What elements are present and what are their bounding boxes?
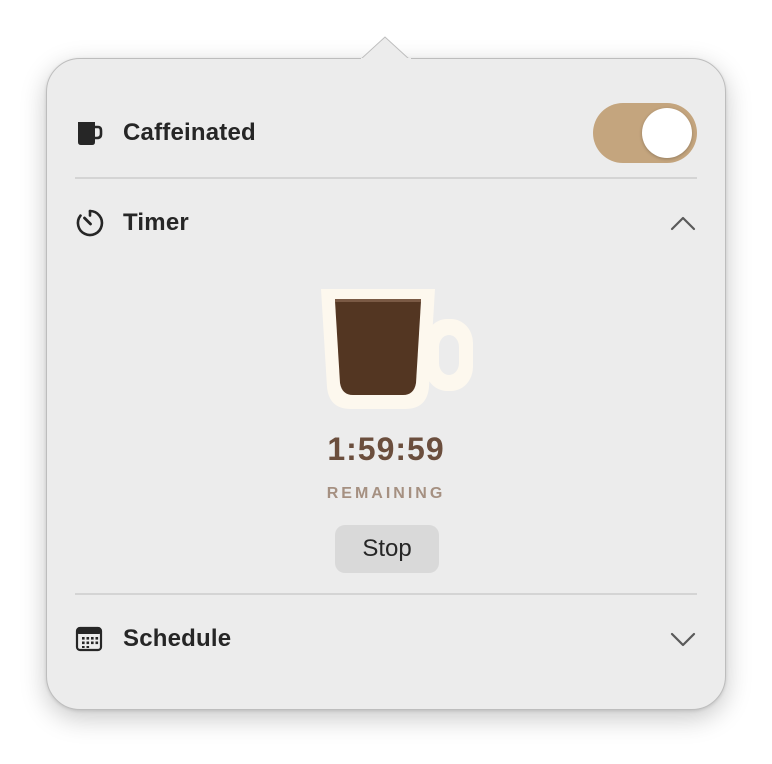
remaining-label: REMAINING [326, 485, 446, 502]
time-remaining: 1:59:59 [327, 431, 445, 467]
caffeinated-row: Caffeinated [75, 103, 697, 163]
timer-label: Timer [123, 209, 189, 236]
caffeine-popover: Caffeinated Timer 1:59:59 REMAINING Stop… [46, 58, 726, 710]
chevron-down-icon[interactable] [669, 625, 697, 653]
coffee-mug-icon [75, 118, 105, 148]
coffee-mug-illustration [319, 287, 483, 420]
timer-row[interactable]: Timer [75, 195, 697, 251]
caffeinated-label: Caffeinated [123, 119, 256, 146]
schedule-row[interactable]: Schedule [75, 611, 697, 667]
calendar-icon [75, 624, 105, 654]
timer-icon [75, 208, 105, 238]
caffeine-popover-stage: Caffeinated Timer 1:59:59 REMAINING Stop… [0, 0, 772, 764]
toggle-knob [642, 108, 692, 158]
schedule-label: Schedule [123, 625, 232, 652]
section-divider [75, 177, 697, 179]
coffee-fill [335, 301, 421, 395]
stop-button[interactable]: Stop [335, 525, 439, 573]
section-divider [75, 593, 697, 595]
chevron-up-icon[interactable] [669, 209, 697, 237]
caffeinated-toggle[interactable] [593, 103, 697, 163]
